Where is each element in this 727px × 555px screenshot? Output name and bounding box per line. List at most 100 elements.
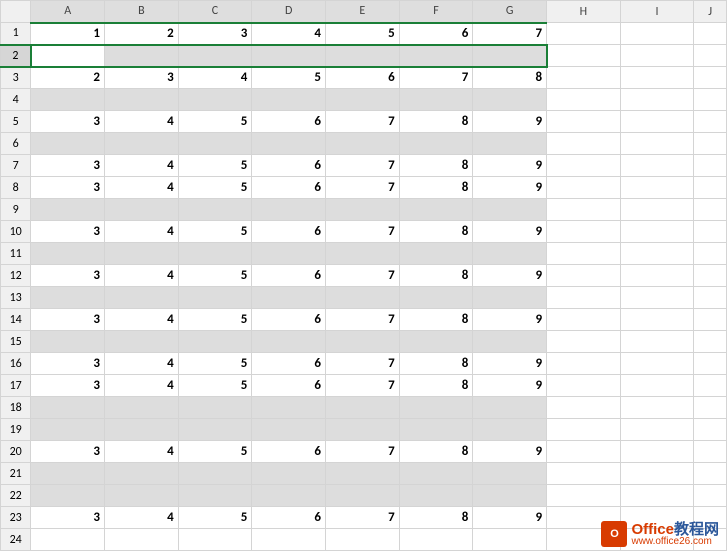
cell-A18[interactable] <box>31 397 105 419</box>
row-header[interactable]: 3 <box>1 67 31 89</box>
col-header-H[interactable]: H <box>547 1 621 23</box>
cell-J19[interactable] <box>694 419 727 441</box>
cell-D14[interactable]: 6 <box>252 309 326 331</box>
cell-I7[interactable] <box>620 155 694 177</box>
cell-E8[interactable]: 7 <box>326 177 400 199</box>
cell-B2[interactable] <box>105 45 179 67</box>
cell-H14[interactable] <box>547 309 621 331</box>
cell-A14[interactable]: 3 <box>31 309 105 331</box>
cell-J9[interactable] <box>694 199 727 221</box>
cell-J18[interactable] <box>694 397 727 419</box>
cell-G13[interactable] <box>473 287 547 309</box>
cell-A20[interactable]: 3 <box>31 441 105 463</box>
cell-G20[interactable]: 9 <box>473 441 547 463</box>
cell-E13[interactable] <box>326 287 400 309</box>
cell-B22[interactable] <box>105 485 179 507</box>
cell-I6[interactable] <box>620 133 694 155</box>
row-header[interactable]: 23 <box>1 507 31 529</box>
cell-J17[interactable] <box>694 375 727 397</box>
cell-E4[interactable] <box>326 89 400 111</box>
cell-H21[interactable] <box>547 463 621 485</box>
cell-B17[interactable]: 4 <box>105 375 179 397</box>
cell-A2[interactable] <box>31 45 105 67</box>
cell-I2[interactable] <box>620 45 694 67</box>
cell-E20[interactable]: 7 <box>326 441 400 463</box>
cell-B7[interactable]: 4 <box>105 155 179 177</box>
cell-C16[interactable]: 5 <box>178 353 252 375</box>
cell-H15[interactable] <box>547 331 621 353</box>
cell-E14[interactable]: 7 <box>326 309 400 331</box>
cell-E9[interactable] <box>326 199 400 221</box>
cell-H7[interactable] <box>547 155 621 177</box>
cell-A5[interactable]: 3 <box>31 111 105 133</box>
cell-H8[interactable] <box>547 177 621 199</box>
cell-F24[interactable] <box>399 529 473 551</box>
cell-B8[interactable]: 4 <box>105 177 179 199</box>
cell-B4[interactable] <box>105 89 179 111</box>
cell-G18[interactable] <box>473 397 547 419</box>
spreadsheet-grid[interactable]: A B C D E F G H I J 11234567232345678453… <box>0 0 727 551</box>
cell-C21[interactable] <box>178 463 252 485</box>
cell-C11[interactable] <box>178 243 252 265</box>
row-header[interactable]: 17 <box>1 375 31 397</box>
row-header[interactable]: 5 <box>1 111 31 133</box>
cell-J10[interactable] <box>694 221 727 243</box>
cell-E16[interactable]: 7 <box>326 353 400 375</box>
cell-F15[interactable] <box>399 331 473 353</box>
cell-E7[interactable]: 7 <box>326 155 400 177</box>
cell-G6[interactable] <box>473 133 547 155</box>
cell-G21[interactable] <box>473 463 547 485</box>
col-header-B[interactable]: B <box>105 1 179 23</box>
cell-H18[interactable] <box>547 397 621 419</box>
cell-F17[interactable]: 8 <box>399 375 473 397</box>
cell-C19[interactable] <box>178 419 252 441</box>
cell-G17[interactable]: 9 <box>473 375 547 397</box>
cell-J12[interactable] <box>694 265 727 287</box>
cell-H13[interactable] <box>547 287 621 309</box>
cell-E19[interactable] <box>326 419 400 441</box>
cell-D23[interactable]: 6 <box>252 507 326 529</box>
cell-C23[interactable]: 5 <box>178 507 252 529</box>
col-header-E[interactable]: E <box>326 1 400 23</box>
row-header[interactable]: 22 <box>1 485 31 507</box>
cell-F11[interactable] <box>399 243 473 265</box>
cell-F13[interactable] <box>399 287 473 309</box>
cell-J4[interactable] <box>694 89 727 111</box>
cell-A24[interactable] <box>31 529 105 551</box>
cell-F22[interactable] <box>399 485 473 507</box>
cell-A23[interactable]: 3 <box>31 507 105 529</box>
cell-C2[interactable] <box>178 45 252 67</box>
cell-D18[interactable] <box>252 397 326 419</box>
row-header[interactable]: 16 <box>1 353 31 375</box>
cell-F16[interactable]: 8 <box>399 353 473 375</box>
cell-H5[interactable] <box>547 111 621 133</box>
cell-A1[interactable]: 1 <box>31 23 105 45</box>
row-header[interactable]: 21 <box>1 463 31 485</box>
cell-B14[interactable]: 4 <box>105 309 179 331</box>
row-header[interactable]: 8 <box>1 177 31 199</box>
cell-A19[interactable] <box>31 419 105 441</box>
cell-J1[interactable] <box>694 23 727 45</box>
cell-G5[interactable]: 9 <box>473 111 547 133</box>
cell-I19[interactable] <box>620 419 694 441</box>
cell-B12[interactable]: 4 <box>105 265 179 287</box>
cell-J6[interactable] <box>694 133 727 155</box>
cell-F9[interactable] <box>399 199 473 221</box>
cell-B10[interactable]: 4 <box>105 221 179 243</box>
row-header[interactable]: 9 <box>1 199 31 221</box>
cell-G12[interactable]: 9 <box>473 265 547 287</box>
cell-E6[interactable] <box>326 133 400 155</box>
cell-F21[interactable] <box>399 463 473 485</box>
cell-A8[interactable]: 3 <box>31 177 105 199</box>
row-header[interactable]: 7 <box>1 155 31 177</box>
cell-H11[interactable] <box>547 243 621 265</box>
cell-A11[interactable] <box>31 243 105 265</box>
cell-G16[interactable]: 9 <box>473 353 547 375</box>
cell-E2[interactable] <box>326 45 400 67</box>
cell-F2[interactable] <box>399 45 473 67</box>
cell-I20[interactable] <box>620 441 694 463</box>
cell-D12[interactable]: 6 <box>252 265 326 287</box>
cell-J22[interactable] <box>694 485 727 507</box>
cell-J7[interactable] <box>694 155 727 177</box>
cell-B13[interactable] <box>105 287 179 309</box>
